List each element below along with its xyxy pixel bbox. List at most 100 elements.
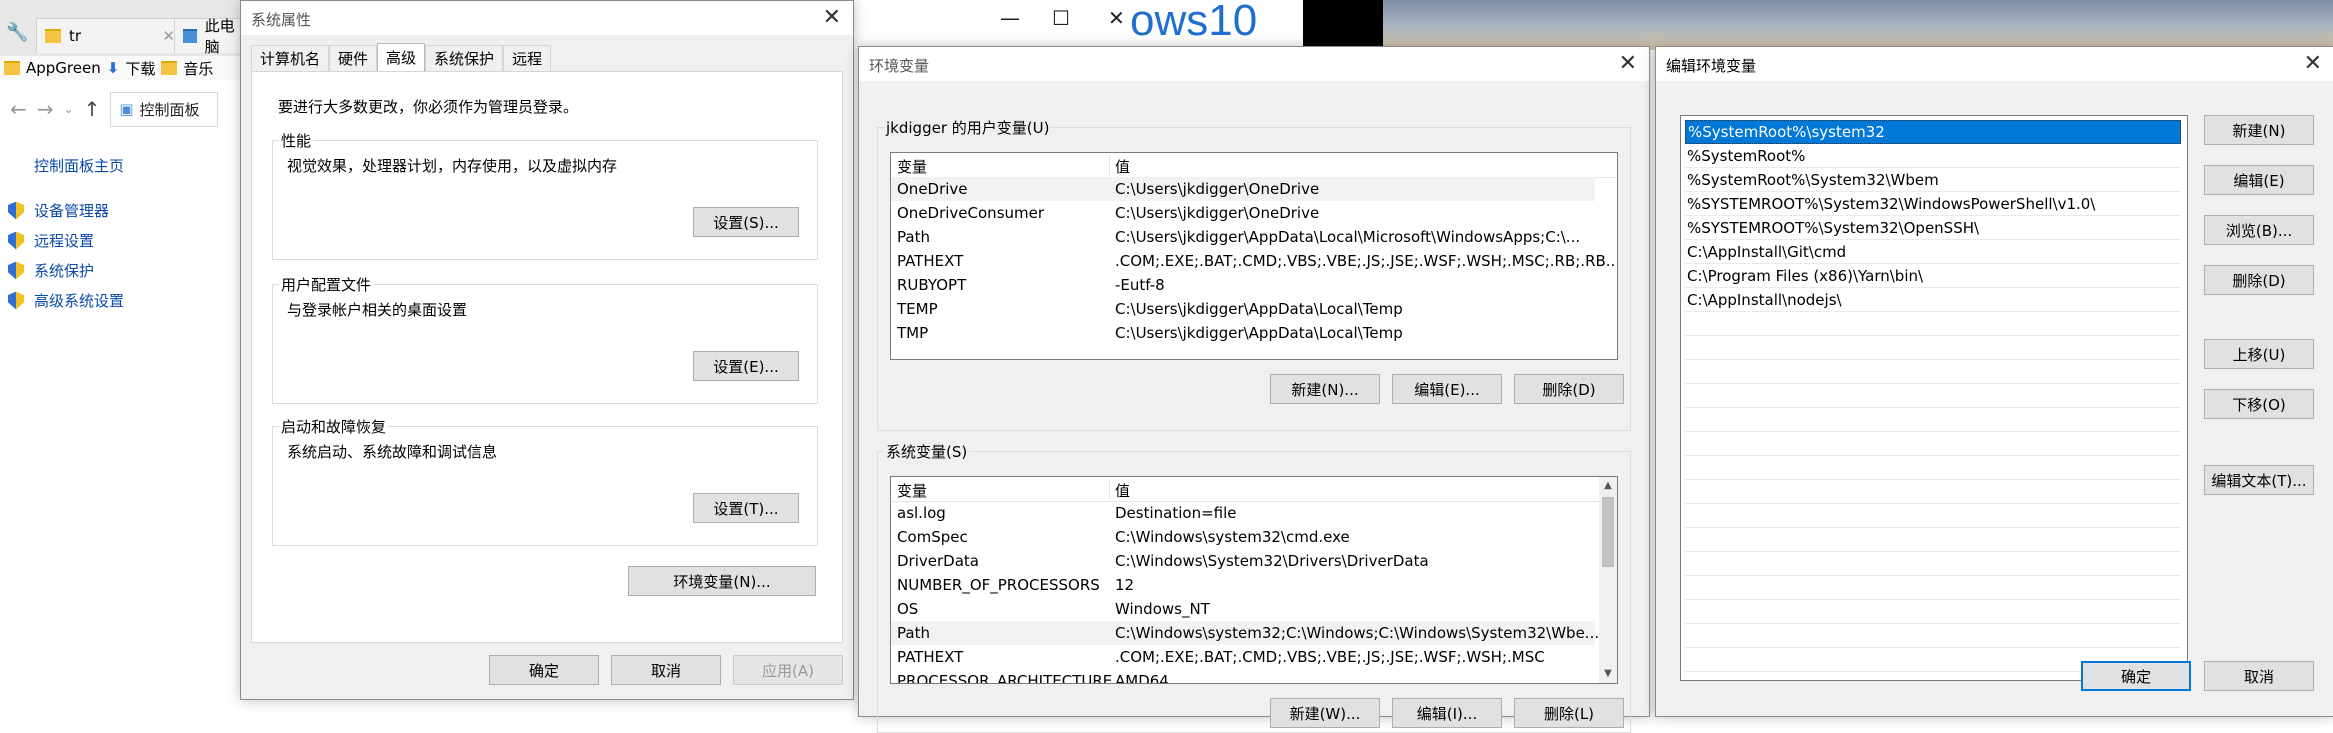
list-item[interactable]: %SystemRoot%\system32 xyxy=(1685,120,2181,144)
list-item[interactable]: %SystemRoot%\System32\Wbem xyxy=(1685,168,2181,192)
link-advanced-system-settings[interactable]: 高级系统设置 xyxy=(8,290,124,311)
user-delete-button[interactable]: 删除(D) xyxy=(1514,374,1624,404)
list-item[interactable]: %SYSTEMROOT%\System32\OpenSSH\ xyxy=(1685,216,2181,240)
empty-row[interactable] xyxy=(1685,384,2181,408)
table-row[interactable]: ComSpec C:\Windows\system32\cmd.exe xyxy=(891,525,1595,549)
address-field[interactable]: ▣ 控制面板 xyxy=(110,91,219,127)
new-path-button[interactable]: 新建(N) xyxy=(2204,115,2314,145)
empty-row[interactable] xyxy=(1685,336,2181,360)
var-value: C:\Users\jkdigger\AppData\Local\Temp xyxy=(1115,300,1403,318)
close-icon[interactable]: ✕ xyxy=(1108,6,1125,30)
browse-button[interactable]: 浏览(B)... xyxy=(2204,215,2314,245)
profiles-settings-button[interactable]: 设置(E)... xyxy=(693,351,799,381)
column-header-variable[interactable]: 变量 xyxy=(897,480,927,501)
desktop-wallpaper xyxy=(1383,0,2333,50)
empty-row[interactable] xyxy=(1685,600,2181,624)
cancel-button[interactable]: 取消 xyxy=(611,655,721,685)
list-item[interactable]: %SYSTEMROOT%\System32\WindowsPowerShell\… xyxy=(1685,192,2181,216)
scroll-up-icon[interactable]: ▲ xyxy=(1599,477,1617,495)
table-row[interactable]: TEMP C:\Users\jkdigger\AppData\Local\Tem… xyxy=(891,297,1595,321)
explorer-tab-bar: 🔧 tr ✕ 此电脑 xyxy=(0,0,252,57)
performance-settings-button[interactable]: 设置(S)... xyxy=(693,207,799,237)
table-row[interactable]: PATHEXT .COM;.EXE;.BAT;.CMD;.VBS;.VBE;.J… xyxy=(891,645,1595,669)
list-item[interactable]: C:\AppInstall\nodejs\ xyxy=(1685,288,2181,312)
table-row[interactable]: Path C:\Users\jkdigger\AppData\Local\Mic… xyxy=(891,225,1595,249)
chevron-down-icon[interactable]: ⌄ xyxy=(64,102,74,116)
move-down-button[interactable]: 下移(O) xyxy=(2204,389,2314,419)
delete-path-button[interactable]: 删除(D) xyxy=(2204,265,2314,295)
favorite-downloads[interactable]: 下载 xyxy=(125,58,155,79)
forward-arrow-icon[interactable]: → xyxy=(37,97,54,121)
scroll-thumb[interactable] xyxy=(1602,497,1614,567)
table-row[interactable]: asl.log Destination=file xyxy=(891,501,1595,525)
system-delete-button[interactable]: 删除(L) xyxy=(1514,698,1624,728)
empty-row[interactable] xyxy=(1685,624,2181,648)
table-row[interactable]: OneDrive C:\Users\jkdigger\OneDrive xyxy=(891,177,1595,201)
table-row[interactable]: PROCESSOR_ARCHITECTURE AMD64 xyxy=(891,669,1595,683)
close-icon[interactable]: ✕ xyxy=(2304,51,2322,76)
table-row[interactable]: DriverData C:\Windows\System32\Drivers\D… xyxy=(891,549,1595,573)
edit-path-button[interactable]: 编辑(E) xyxy=(2204,165,2314,195)
minimize-icon[interactable]: — xyxy=(1000,6,1020,30)
tab-advanced[interactable]: 高级 xyxy=(377,43,426,71)
list-item[interactable]: C:\AppInstall\Git\cmd xyxy=(1685,240,2181,264)
list-item[interactable]: %SystemRoot% xyxy=(1685,144,2181,168)
apply-button[interactable]: 应用(A) xyxy=(733,655,843,685)
explorer-tab-tr[interactable]: tr ✕ xyxy=(36,18,184,53)
scroll-down-icon[interactable]: ▼ xyxy=(1599,665,1617,683)
system-edit-button[interactable]: 编辑(I)... xyxy=(1392,698,1502,728)
system-variables-list[interactable]: 变量 值 asl.log Destination=file ComSpec C:… xyxy=(890,476,1618,684)
back-arrow-icon[interactable]: ← xyxy=(10,97,27,121)
close-icon[interactable]: ✕ xyxy=(1619,51,1637,76)
tab-hardware[interactable]: 硬件 xyxy=(329,45,378,71)
tab-remote[interactable]: 远程 xyxy=(503,45,552,71)
favorite-music[interactable]: 音乐 xyxy=(183,58,213,79)
column-header-variable[interactable]: 变量 xyxy=(897,156,927,177)
edit-text-button[interactable]: 编辑文本(T)... xyxy=(2204,465,2314,495)
ok-button[interactable]: 确定 xyxy=(2081,661,2191,691)
table-row[interactable]: OS Windows_NT xyxy=(891,597,1595,621)
environment-variables-button[interactable]: 环境变量(N)... xyxy=(628,566,816,596)
table-row[interactable]: TMP C:\Users\jkdigger\AppData\Local\Temp xyxy=(891,321,1595,345)
user-variables-list[interactable]: 变量 值 OneDrive C:\Users\jkdigger\OneDrive… xyxy=(890,152,1618,360)
empty-row[interactable] xyxy=(1685,552,2181,576)
empty-row[interactable] xyxy=(1685,360,2181,384)
empty-row[interactable] xyxy=(1685,408,2181,432)
cancel-button[interactable]: 取消 xyxy=(2204,661,2314,691)
ok-button[interactable]: 确定 xyxy=(489,655,599,685)
table-row[interactable]: OneDriveConsumer C:\Users\jkdigger\OneDr… xyxy=(891,201,1595,225)
table-row[interactable]: NUMBER_OF_PROCESSORS 12 xyxy=(891,573,1595,597)
startup-settings-button[interactable]: 设置(T)... xyxy=(693,493,799,523)
up-arrow-icon[interactable]: ↑ xyxy=(84,97,101,121)
move-up-button[interactable]: 上移(U) xyxy=(2204,339,2314,369)
user-new-button[interactable]: 新建(N)... xyxy=(1270,374,1380,404)
vertical-scrollbar[interactable]: ▲ ▼ xyxy=(1599,477,1617,683)
column-header-value[interactable]: 值 xyxy=(1115,156,1130,177)
empty-row[interactable] xyxy=(1685,528,2181,552)
table-row[interactable]: PATHEXT .COM;.EXE;.BAT;.CMD;.VBS;.VBE;.J… xyxy=(891,249,1617,273)
link-remote-settings[interactable]: 远程设置 xyxy=(8,230,94,251)
maximize-icon[interactable]: ☐ xyxy=(1052,6,1070,30)
list-item[interactable]: C:\Program Files (x86)\Yarn\bin\ xyxy=(1685,264,2181,288)
table-row[interactable]: Path C:\Windows\system32;C:\Windows;C:\W… xyxy=(891,621,1599,645)
control-panel-home-link[interactable]: 控制面板主页 xyxy=(34,155,124,176)
user-edit-button[interactable]: 编辑(E)... xyxy=(1392,374,1502,404)
column-header-value[interactable]: 值 xyxy=(1115,480,1130,501)
empty-row[interactable] xyxy=(1685,432,2181,456)
empty-row[interactable] xyxy=(1685,480,2181,504)
close-icon[interactable]: ✕ xyxy=(823,5,841,30)
empty-row[interactable] xyxy=(1685,504,2181,528)
link-device-manager[interactable]: 设备管理器 xyxy=(8,200,109,221)
wrench-icon[interactable]: 🔧 xyxy=(6,22,28,43)
favorite-appgreen[interactable]: AppGreen xyxy=(26,59,101,77)
tab-computer-name[interactable]: 计算机名 xyxy=(251,45,330,71)
path-entries-list[interactable]: %SystemRoot%\system32 %SystemRoot% %Syst… xyxy=(1680,115,2188,681)
system-new-button[interactable]: 新建(W)... xyxy=(1270,698,1380,728)
empty-row[interactable] xyxy=(1685,456,2181,480)
tab-system-protection[interactable]: 系统保护 xyxy=(425,45,504,71)
table-row[interactable]: RUBYOPT -Eutf-8 xyxy=(891,273,1595,297)
empty-row[interactable] xyxy=(1685,312,2181,336)
empty-row[interactable] xyxy=(1685,576,2181,600)
var-name: RUBYOPT xyxy=(897,276,967,294)
link-system-protection[interactable]: 系统保护 xyxy=(8,260,94,281)
